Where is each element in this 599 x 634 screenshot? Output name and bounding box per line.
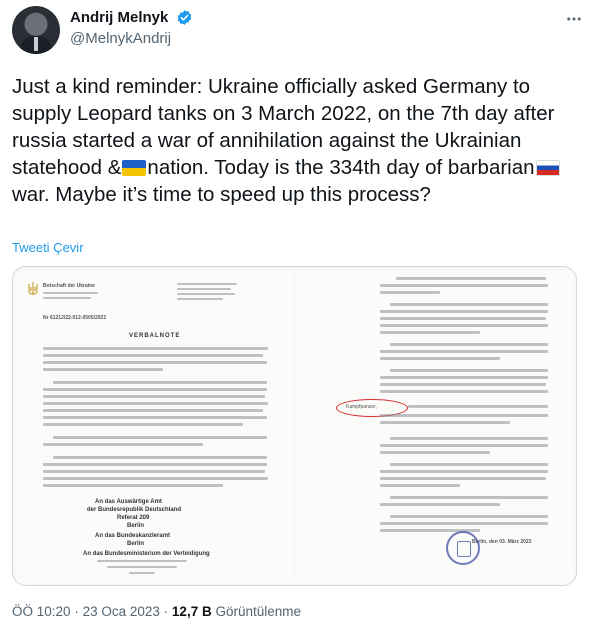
views-label: Görüntülenme (215, 604, 302, 619)
tweet-meta: ÖÖ 10:20 · 23 Oca 2023 · 12,7 B Görüntül… (12, 604, 301, 619)
document-title: VERBALNOTE (129, 333, 181, 339)
document-date: Berlin, den 03. März 2022 (472, 539, 532, 545)
document-page-right: Kampfpanzer, Berlin, den 03. März 2022 (296, 271, 573, 583)
author-info: Andrij Melnyk @MelnykAndrij (70, 9, 193, 47)
recipient3: An das Bundesministerium der Verteidigun… (83, 551, 210, 557)
recipient2: An das Bundeskanzleramt (95, 533, 171, 539)
tweet-text-part-2: nation. Today is the 334th day of barbar… (147, 156, 535, 179)
tweet-media-image[interactable]: Botschaft der Ukraine Nr 61212/22-012-05… (12, 266, 577, 586)
tweet-date[interactable]: 23 Oca 2023 (83, 604, 160, 619)
circled-word: Kampfpanzer, (346, 404, 377, 410)
ukraine-trident-icon (28, 282, 38, 295)
views-count[interactable]: 12,7 B (172, 604, 212, 619)
author-display-name[interactable]: Andrij Melnyk (70, 9, 168, 26)
document-ref-number: Nr 61212/22-012-0505/2022 (43, 315, 107, 321)
avatar-tie (34, 37, 38, 51)
ukraine-flag-icon (122, 160, 147, 176)
recipient2-city: Berlin (127, 541, 145, 547)
tweet-header: Andrij Melnyk @MelnykAndrij (12, 6, 587, 54)
recipient-line-1: An das Auswärtige Amt (95, 499, 162, 505)
meta-separator: · (163, 604, 169, 619)
meta-separator: · (74, 604, 79, 619)
document-page-left: Botschaft der Ukraine Nr 61212/22-012-05… (17, 271, 294, 583)
tweet-text-part-3: war. Maybe it’s time to speed up this pr… (12, 183, 431, 206)
russia-flag-icon (535, 160, 560, 176)
author-handle[interactable]: @MelnykAndrij (70, 30, 193, 47)
more-options-icon[interactable] (563, 8, 585, 30)
recipient-line-4: Berlin (127, 523, 145, 529)
recipient-line-3: Referat 209 (117, 515, 150, 521)
embassy-seal-icon (446, 531, 480, 565)
avatar[interactable] (12, 6, 60, 54)
tweet-text: Just a kind reminder: Ukraine officially… (12, 73, 587, 208)
embassy-header: Botschaft der Ukraine (43, 283, 95, 289)
recipient-line-2: der Bundesrepublik Deutschland (87, 507, 182, 513)
verified-badge-icon (177, 10, 192, 26)
translate-tweet-link[interactable]: Tweeti Çevir (12, 240, 84, 255)
tweet-time[interactable]: ÖÖ 10:20 (12, 604, 71, 619)
